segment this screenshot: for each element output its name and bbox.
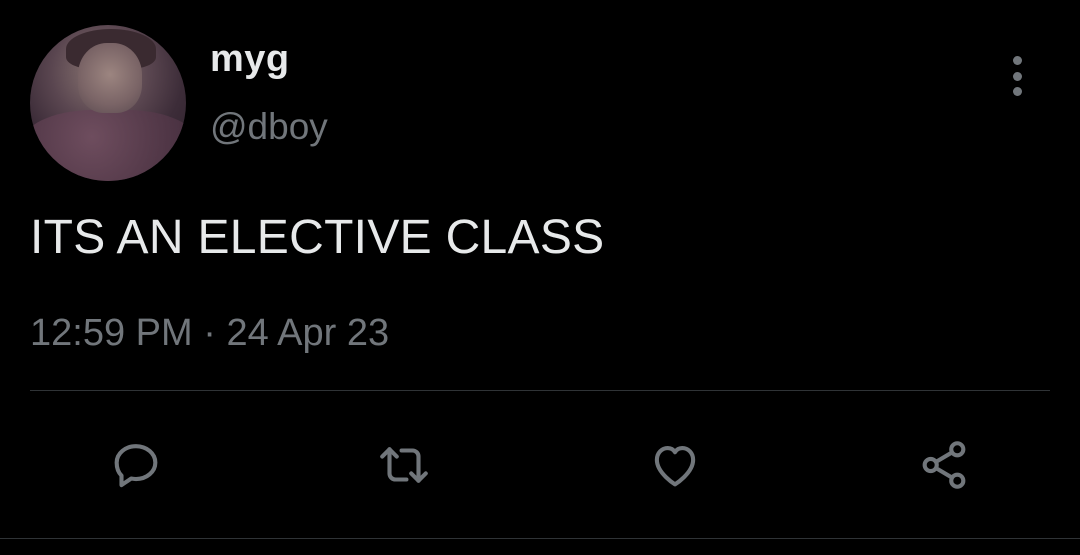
avatar[interactable] (30, 25, 186, 181)
retweet-icon (380, 447, 428, 483)
reply-button[interactable] (106, 436, 166, 494)
more-options-button[interactable] (1000, 54, 1034, 98)
author-handle[interactable]: @dboy (210, 106, 328, 148)
share-icon (922, 441, 966, 489)
more-dot-icon (1012, 56, 1022, 65)
retweet-button[interactable] (374, 436, 434, 494)
tweet-text: ITS AN ELECTIVE CLASS (30, 211, 605, 264)
heart-icon (654, 446, 696, 487)
author-display-name[interactable]: myg (210, 38, 290, 81)
reply-icon (114, 444, 158, 488)
divider (0, 538, 1080, 539)
timestamp-separator: · (203, 312, 216, 354)
like-button[interactable] (645, 436, 705, 494)
tweet-time: 12:59 PM (30, 312, 193, 354)
tweet-timestamp[interactable]: 12:59 PM · 24 Apr 23 (30, 312, 389, 355)
divider (30, 390, 1050, 391)
share-button[interactable] (914, 436, 974, 494)
more-dot-icon (1012, 87, 1022, 96)
tweet-date: 24 Apr 23 (226, 312, 390, 354)
avatar-face (78, 43, 142, 113)
more-dot-icon (1012, 71, 1022, 81)
avatar-pillow (30, 110, 186, 181)
